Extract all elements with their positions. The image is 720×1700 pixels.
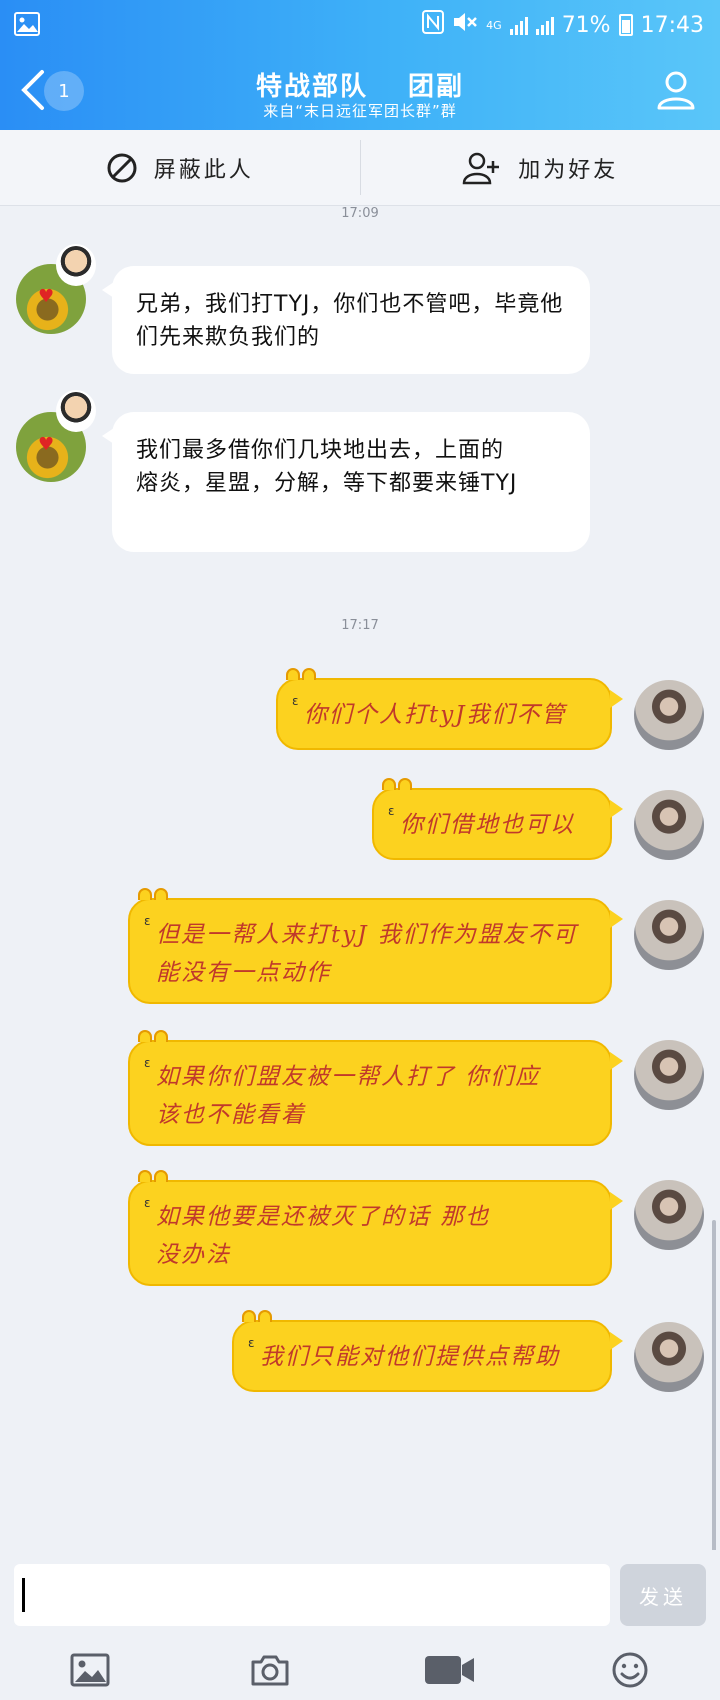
send-button[interactable]: 发送	[620, 1564, 706, 1626]
message-outgoing[interactable]: ε 你们借地也可以	[372, 778, 623, 860]
my-avatar[interactable]	[634, 1180, 704, 1250]
action-bar: 屏蔽此人 加为好友	[0, 130, 720, 206]
battery-percent: 71%	[561, 12, 611, 38]
image-icon	[70, 1653, 110, 1687]
input-area: 发送	[0, 1550, 720, 1700]
user-icon	[657, 71, 695, 110]
message-outgoing[interactable]: ε 但是一帮人来打tyJ 我们作为盟友不可能没有一点动作	[128, 888, 623, 1004]
nickname: 特战部队	[255, 72, 368, 102]
bubble-deco: ε	[144, 1056, 153, 1070]
bubble-ears	[382, 778, 412, 790]
scrollbar[interactable]	[712, 1220, 716, 1560]
chat-header: 4G 71% 17:43 1 特战部队 团副 来自“末日远征军团长群”群	[0, 0, 720, 130]
chat-subtitle: 来自“末日远征军团长群”群	[263, 102, 457, 120]
status-bar: 4G 71% 17:43	[0, 0, 720, 50]
input-toolbar	[0, 1640, 720, 1700]
bubble-ears	[286, 668, 316, 680]
clock: 17:43	[640, 12, 704, 38]
nfc-icon	[422, 10, 445, 40]
message-text: 你们借地也可以	[400, 812, 575, 838]
signal-icon	[509, 15, 528, 35]
block-label: 屏蔽此人	[153, 157, 254, 183]
add-friend-label: 加为好友	[518, 157, 619, 183]
message-text: 你们个人打tyJ我们不管	[304, 702, 567, 728]
emoji-button[interactable]	[600, 1645, 660, 1695]
my-avatar[interactable]	[634, 680, 704, 750]
message-text: 如果他要是还被灭了的话 那也没办法	[156, 1204, 491, 1268]
gif-icon	[425, 1656, 474, 1684]
avatar-pendant	[56, 390, 96, 432]
block-button[interactable]: 屏蔽此人	[0, 130, 360, 205]
profile-button[interactable]	[654, 68, 698, 112]
message-incoming[interactable]: 我们最多借你们几块地出去，上面的熔炎，星盟，分解，等下都要来锤TYJ	[102, 412, 590, 552]
bubble-deco: ε	[144, 1196, 153, 1210]
gallery-icon	[14, 12, 40, 40]
text-caret	[22, 1578, 25, 1612]
timestamp: 17:09	[341, 206, 379, 221]
my-avatar[interactable]	[634, 900, 704, 970]
camera-icon	[251, 1655, 289, 1686]
bubble-deco: ε	[248, 1336, 257, 1350]
chat-title: 特战部队 团副	[0, 66, 720, 103]
heart-icon: ♥	[38, 434, 55, 455]
network-type: 4G	[486, 18, 502, 32]
message-text: 如果你们盟友被一帮人打了 你们应该也不能看着	[156, 1064, 541, 1128]
gif-button[interactable]	[420, 1645, 480, 1695]
image-button[interactable]	[60, 1645, 120, 1695]
message-incoming[interactable]: 兄弟，我们打TYJ，你们也不管吧，毕竟他们先来欺负我们的	[102, 266, 590, 374]
message-text: 但是一帮人来打tyJ 我们作为盟友不可能没有一点动作	[156, 922, 578, 986]
member-role: 团副	[408, 72, 465, 102]
mute-icon	[452, 10, 478, 40]
add-friend-button[interactable]: 加为好友	[361, 130, 720, 205]
message-outgoing[interactable]: ε 你们个人打tyJ我们不管	[276, 668, 623, 750]
battery-icon	[618, 14, 633, 36]
bubble-deco: ε	[144, 914, 153, 928]
emoji-icon	[612, 1652, 648, 1688]
bubble-ears	[138, 888, 168, 900]
message-input[interactable]	[14, 1564, 610, 1626]
my-avatar[interactable]	[634, 1322, 704, 1392]
bubble-deco: ε	[388, 804, 397, 818]
message-outgoing[interactable]: ε 我们只能对他们提供点帮助	[232, 1310, 623, 1392]
block-icon	[107, 153, 137, 182]
message-outgoing[interactable]: ε 如果他要是还被灭了的话 那也没办法	[128, 1170, 623, 1286]
message-text: 我们只能对他们提供点帮助	[260, 1344, 560, 1370]
my-avatar[interactable]	[634, 1040, 704, 1110]
timestamp: 17:17	[341, 618, 379, 633]
bubble-ears	[138, 1170, 168, 1182]
bubble-deco: ε	[292, 694, 301, 708]
message-outgoing[interactable]: ε 如果你们盟友被一帮人打了 你们应该也不能看着	[128, 1030, 623, 1146]
camera-button[interactable]	[240, 1645, 300, 1695]
heart-icon: ♥	[38, 286, 55, 307]
bubble-ears	[242, 1310, 272, 1322]
bubble-ears	[138, 1030, 168, 1042]
my-avatar[interactable]	[634, 790, 704, 860]
add-friend-icon	[462, 152, 500, 184]
avatar-pendant	[56, 244, 96, 286]
signal-icon-2	[535, 15, 554, 35]
